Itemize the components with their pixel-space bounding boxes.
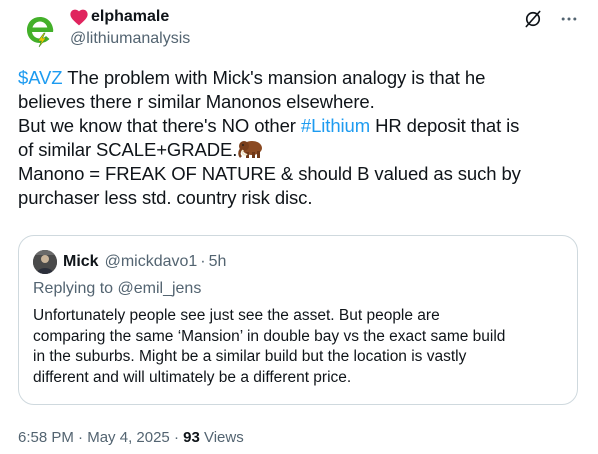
quoted-tweet-time[interactable]: 5h bbox=[209, 253, 227, 271]
author-handle[interactable]: @lithiumanalysis bbox=[70, 30, 190, 48]
author-display-name: elphamale bbox=[91, 8, 170, 25]
mammoth-emoji-icon bbox=[238, 141, 263, 158]
red-heart-icon bbox=[70, 9, 88, 25]
views-count[interactable]: 93 bbox=[183, 429, 200, 446]
quoted-author-handle[interactable]: @mickdavo1 bbox=[105, 253, 198, 271]
hashtag-link[interactable]: #Lithium bbox=[301, 115, 370, 136]
tweet-actions-top bbox=[522, 8, 580, 30]
author-name-row[interactable]: elphamale bbox=[70, 8, 169, 26]
quoted-tweet[interactable]: Mick @mickdavo1 · 5h Replying to @emil_j… bbox=[18, 235, 578, 405]
tweet-date[interactable]: May 4, 2025 bbox=[87, 429, 170, 446]
quoted-text-line-3: in the suburbs. Might be a similar build… bbox=[33, 348, 467, 365]
tweet-line-3: But we know that there's NO other #Lithi… bbox=[18, 115, 520, 136]
more-dots-icon bbox=[561, 17, 577, 21]
green-e-lightning-logo-icon bbox=[27, 17, 54, 48]
quoted-text-line-2: comparing the same ‘Mansion’ in double b… bbox=[33, 327, 506, 345]
more-options-button[interactable] bbox=[558, 8, 580, 30]
replying-to: Replying to @emil_jens bbox=[33, 280, 202, 297]
tweet-line-5: Manono = FREAK OF NATURE & should B valu… bbox=[18, 163, 521, 184]
quoted-text-line-1: Unfortunately people see just see the as… bbox=[33, 307, 440, 324]
quoted-tweet-header: Mick @mickdavo1 · 5h bbox=[33, 250, 226, 274]
quoted-author-name[interactable]: Mick bbox=[63, 253, 99, 271]
quoted-text-line-4: different and will ultimately be a diffe… bbox=[33, 368, 352, 386]
tweet-meta: 6:58 PM · May 4, 2025 · 93 Views bbox=[18, 429, 244, 446]
tweet-line-4: of similar SCALE+GRADE. bbox=[18, 138, 580, 162]
tweet-line-1: $AVZ The problem with Mick's mansion ana… bbox=[18, 67, 486, 88]
tweet-time[interactable]: 6:58 PM bbox=[18, 429, 74, 446]
separator-dot: · bbox=[200, 253, 206, 270]
views-label: Views bbox=[199, 429, 244, 446]
person-avatar-icon bbox=[33, 250, 57, 274]
tweet-line-2: believes there r similar Manonos elsewhe… bbox=[18, 91, 375, 112]
replying-to-handle[interactable]: @emil_jens bbox=[118, 280, 202, 297]
tweet-card: elphamale @lithiumanalysis $AVZ The prob… bbox=[0, 0, 598, 454]
author-avatar[interactable] bbox=[18, 8, 62, 52]
tweet-text: $AVZ The problem with Mick's mansion ana… bbox=[18, 66, 580, 210]
cashtag-link[interactable]: $AVZ bbox=[18, 67, 63, 88]
quoted-tweet-text: Unfortunately people see just see the as… bbox=[33, 306, 565, 388]
slashed-circle-icon bbox=[525, 10, 541, 28]
grok-button[interactable] bbox=[522, 8, 544, 30]
quoted-author-avatar[interactable] bbox=[33, 250, 57, 274]
tweet-line-6: purchaser less std. country risk disc. bbox=[18, 187, 313, 208]
